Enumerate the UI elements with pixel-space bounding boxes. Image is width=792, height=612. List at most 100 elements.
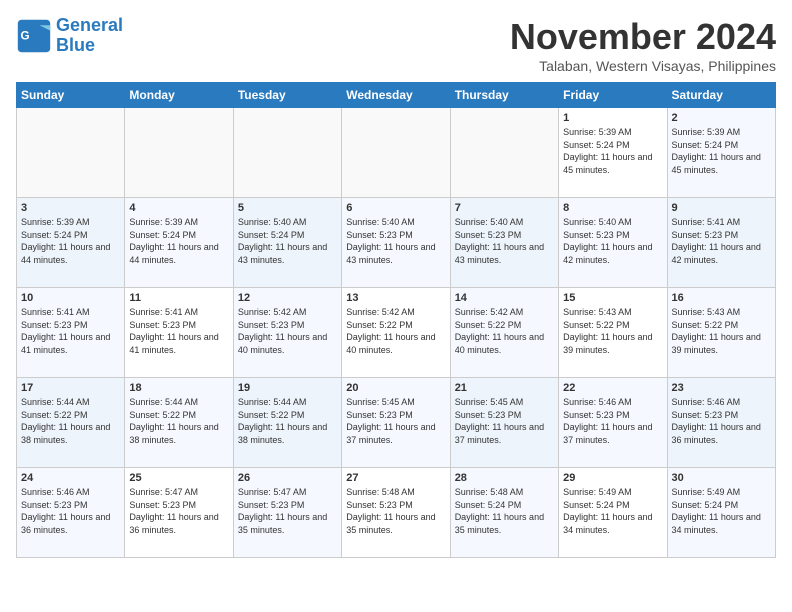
- day-info: Sunrise: 5:44 AM Sunset: 5:22 PM Dayligh…: [21, 396, 120, 446]
- calendar-cell: 17 Sunrise: 5:44 AM Sunset: 5:22 PM Dayli…: [17, 378, 125, 468]
- day-info: Sunrise: 5:46 AM Sunset: 5:23 PM Dayligh…: [21, 486, 120, 536]
- day-number: 29: [563, 472, 662, 484]
- day-number: 1: [563, 112, 662, 124]
- day-number: 6: [346, 202, 445, 214]
- calendar-cell: 30 Sunrise: 5:49 AM Sunset: 5:24 PM Dayli…: [667, 468, 775, 558]
- day-info: Sunrise: 5:47 AM Sunset: 5:23 PM Dayligh…: [238, 486, 337, 536]
- day-info: Sunrise: 5:40 AM Sunset: 5:23 PM Dayligh…: [346, 216, 445, 266]
- day-number: 5: [238, 202, 337, 214]
- week-row-2: 3 Sunrise: 5:39 AM Sunset: 5:24 PM Daylig…: [17, 198, 776, 288]
- calendar-cell: 27 Sunrise: 5:48 AM Sunset: 5:23 PM Dayli…: [342, 468, 450, 558]
- day-number: 4: [129, 202, 228, 214]
- calendar-cell: 7 Sunrise: 5:40 AM Sunset: 5:23 PM Daylig…: [450, 198, 558, 288]
- calendar-cell: 4 Sunrise: 5:39 AM Sunset: 5:24 PM Daylig…: [125, 198, 233, 288]
- calendar-cell: 10Sunrise: 5:41 AM Sunset: 5:23 PM Dayli…: [17, 288, 125, 378]
- day-number: 16: [672, 292, 771, 304]
- calendar-cell: 9 Sunrise: 5:41 AM Sunset: 5:23 PM Daylig…: [667, 198, 775, 288]
- day-number: 23: [672, 382, 771, 394]
- weekday-header-row: SundayMondayTuesdayWednesdayThursdayFrid…: [17, 83, 776, 108]
- day-number: 17: [21, 382, 120, 394]
- calendar-cell: 13 Sunrise: 5:42 AM Sunset: 5:22 PM Dayli…: [342, 288, 450, 378]
- day-info: Sunrise: 5:40 AM Sunset: 5:23 PM Dayligh…: [563, 216, 662, 266]
- svg-text:G: G: [21, 29, 30, 42]
- calendar-cell: [17, 108, 125, 198]
- day-number: 27: [346, 472, 445, 484]
- day-info: Sunrise: 5:39 AM Sunset: 5:24 PM Dayligh…: [129, 216, 228, 266]
- title-area: November 2024 Talaban, Western Visayas, …: [510, 16, 776, 74]
- day-info: Sunrise: 5:40 AM Sunset: 5:23 PM Dayligh…: [455, 216, 554, 266]
- day-number: 14: [455, 292, 554, 304]
- day-number: 25: [129, 472, 228, 484]
- day-number: 13: [346, 292, 445, 304]
- day-info: Sunrise: 5:44 AM Sunset: 5:22 PM Dayligh…: [129, 396, 228, 446]
- day-info: Sunrise: 5:45 AM Sunset: 5:23 PM Dayligh…: [346, 396, 445, 446]
- calendar-cell: [125, 108, 233, 198]
- calendar-cell: 26Sunrise: 5:47 AM Sunset: 5:23 PM Dayli…: [233, 468, 341, 558]
- day-info: Sunrise: 5:42 AM Sunset: 5:23 PM Dayligh…: [238, 306, 337, 356]
- calendar-cell: 15Sunrise: 5:43 AM Sunset: 5:22 PM Dayli…: [559, 288, 667, 378]
- day-info: Sunrise: 5:48 AM Sunset: 5:23 PM Dayligh…: [346, 486, 445, 536]
- day-info: Sunrise: 5:43 AM Sunset: 5:22 PM Dayligh…: [672, 306, 771, 356]
- page-header: G General Blue November 2024 Talaban, We…: [16, 16, 776, 74]
- calendar-cell: [450, 108, 558, 198]
- calendar-cell: 6 Sunrise: 5:40 AM Sunset: 5:23 PM Daylig…: [342, 198, 450, 288]
- day-info: Sunrise: 5:39 AM Sunset: 5:24 PM Dayligh…: [563, 126, 662, 176]
- day-info: Sunrise: 5:44 AM Sunset: 5:22 PM Dayligh…: [238, 396, 337, 446]
- day-number: 19: [238, 382, 337, 394]
- calendar-cell: 29 Sunrise: 5:49 AM Sunset: 5:24 PM Dayli…: [559, 468, 667, 558]
- location: Talaban, Western Visayas, Philippines: [510, 58, 776, 74]
- day-info: Sunrise: 5:45 AM Sunset: 5:23 PM Dayligh…: [455, 396, 554, 446]
- weekday-header-wednesday: Wednesday: [342, 83, 450, 108]
- day-info: Sunrise: 5:49 AM Sunset: 5:24 PM Dayligh…: [672, 486, 771, 536]
- day-number: 7: [455, 202, 554, 214]
- day-info: Sunrise: 5:39 AM Sunset: 5:24 PM Dayligh…: [21, 216, 120, 266]
- week-row-1: 1 Sunrise: 5:39 AM Sunset: 5:24 PM Daylig…: [17, 108, 776, 198]
- calendar-cell: 16 Sunrise: 5:43 AM Sunset: 5:22 PM Dayli…: [667, 288, 775, 378]
- day-info: Sunrise: 5:47 AM Sunset: 5:23 PM Dayligh…: [129, 486, 228, 536]
- day-info: Sunrise: 5:46 AM Sunset: 5:23 PM Dayligh…: [563, 396, 662, 446]
- calendar-cell: 14 Sunrise: 5:42 AM Sunset: 5:22 PM Dayli…: [450, 288, 558, 378]
- weekday-header-sunday: Sunday: [17, 83, 125, 108]
- month-title: November 2024: [510, 16, 776, 58]
- weekday-header-tuesday: Tuesday: [233, 83, 341, 108]
- calendar-cell: 5 Sunrise: 5:40 AM Sunset: 5:24 PM Daylig…: [233, 198, 341, 288]
- day-info: Sunrise: 5:41 AM Sunset: 5:23 PM Dayligh…: [672, 216, 771, 266]
- day-number: 20: [346, 382, 445, 394]
- day-info: Sunrise: 5:41 AM Sunset: 5:23 PM Dayligh…: [129, 306, 228, 356]
- weekday-header-friday: Friday: [559, 83, 667, 108]
- calendar-cell: 18Sunrise: 5:44 AM Sunset: 5:22 PM Dayli…: [125, 378, 233, 468]
- day-number: 30: [672, 472, 771, 484]
- weekday-header-thursday: Thursday: [450, 83, 558, 108]
- day-number: 24: [21, 472, 120, 484]
- logo-icon: G: [16, 18, 52, 54]
- logo: G General Blue: [16, 16, 123, 56]
- calendar-cell: 11Sunrise: 5:41 AM Sunset: 5:23 PM Dayli…: [125, 288, 233, 378]
- day-number: 28: [455, 472, 554, 484]
- calendar-cell: 22Sunrise: 5:46 AM Sunset: 5:23 PM Dayli…: [559, 378, 667, 468]
- week-row-5: 24 Sunrise: 5:46 AM Sunset: 5:23 PM Dayli…: [17, 468, 776, 558]
- day-info: Sunrise: 5:41 AM Sunset: 5:23 PM Dayligh…: [21, 306, 120, 356]
- day-info: Sunrise: 5:42 AM Sunset: 5:22 PM Dayligh…: [455, 306, 554, 356]
- day-number: 9: [672, 202, 771, 214]
- calendar-cell: 12 Sunrise: 5:42 AM Sunset: 5:23 PM Dayli…: [233, 288, 341, 378]
- day-info: Sunrise: 5:49 AM Sunset: 5:24 PM Dayligh…: [563, 486, 662, 536]
- week-row-4: 17 Sunrise: 5:44 AM Sunset: 5:22 PM Dayli…: [17, 378, 776, 468]
- weekday-header-monday: Monday: [125, 83, 233, 108]
- day-number: 8: [563, 202, 662, 214]
- day-number: 3: [21, 202, 120, 214]
- calendar-cell: 24 Sunrise: 5:46 AM Sunset: 5:23 PM Dayli…: [17, 468, 125, 558]
- calendar-cell: 1 Sunrise: 5:39 AM Sunset: 5:24 PM Daylig…: [559, 108, 667, 198]
- calendar-table: SundayMondayTuesdayWednesdayThursdayFrid…: [16, 82, 776, 558]
- day-number: 12: [238, 292, 337, 304]
- weekday-header-saturday: Saturday: [667, 83, 775, 108]
- day-info: Sunrise: 5:42 AM Sunset: 5:22 PM Dayligh…: [346, 306, 445, 356]
- day-info: Sunrise: 5:46 AM Sunset: 5:23 PM Dayligh…: [672, 396, 771, 446]
- day-info: Sunrise: 5:48 AM Sunset: 5:24 PM Dayligh…: [455, 486, 554, 536]
- day-number: 2: [672, 112, 771, 124]
- calendar-cell: 25 Sunrise: 5:47 AM Sunset: 5:23 PM Dayli…: [125, 468, 233, 558]
- week-row-3: 10Sunrise: 5:41 AM Sunset: 5:23 PM Dayli…: [17, 288, 776, 378]
- calendar-cell: 8 Sunrise: 5:40 AM Sunset: 5:23 PM Daylig…: [559, 198, 667, 288]
- day-info: Sunrise: 5:40 AM Sunset: 5:24 PM Dayligh…: [238, 216, 337, 266]
- calendar-cell: 3 Sunrise: 5:39 AM Sunset: 5:24 PM Daylig…: [17, 198, 125, 288]
- day-number: 21: [455, 382, 554, 394]
